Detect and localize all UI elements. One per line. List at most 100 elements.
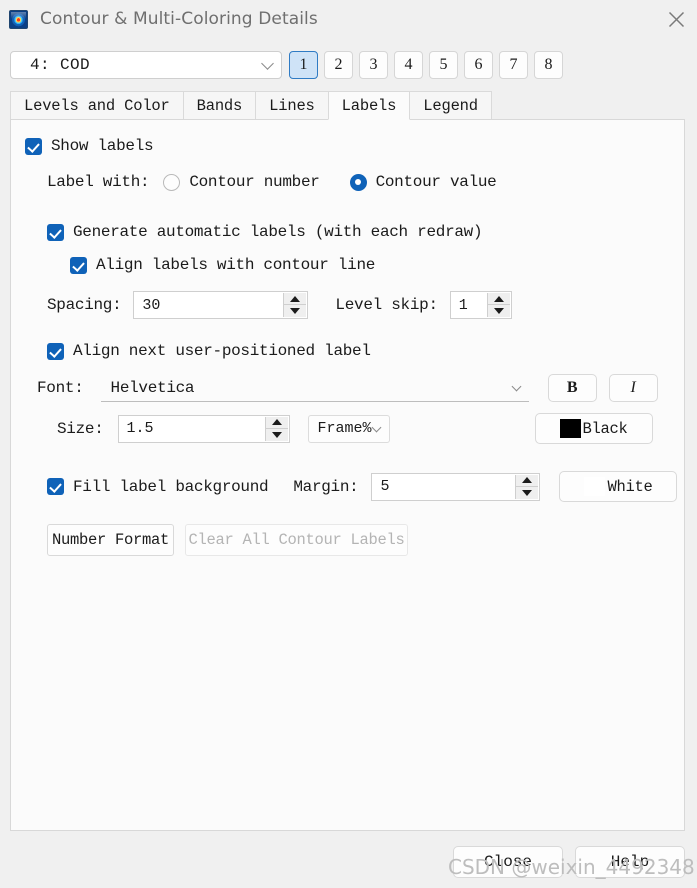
contour-group-button-1[interactable]: 1 (289, 51, 318, 79)
number-format-button[interactable]: Number Format (47, 524, 174, 556)
font-select[interactable]: Helvetica (100, 374, 529, 402)
size-decrement-button[interactable] (266, 429, 288, 441)
title-bar: Contour & Multi-Coloring Details (0, 0, 697, 38)
level-skip-increment-button[interactable] (487, 293, 510, 305)
font-select-value: Helvetica (110, 378, 195, 397)
help-button[interactable]: Help (575, 846, 685, 878)
clear-all-contour-labels-button: Clear All Contour Labels (185, 524, 408, 556)
italic-button[interactable]: I (608, 374, 658, 402)
radio-contour-number-label: Contour number (189, 173, 320, 191)
label-actions-row: Number Format Clear All Contour Labels (47, 524, 408, 556)
size-units-value: Frame% (317, 420, 372, 437)
align-contour-line-row[interactable]: Align labels with contour line (70, 256, 375, 274)
contour-group-button-5[interactable]: 5 (429, 51, 458, 79)
generate-auto-labels-checkbox[interactable] (47, 223, 64, 241)
triangle-down-icon (290, 308, 301, 314)
font-label: Font: (37, 379, 84, 397)
dialog-footer: Close Help (0, 838, 697, 888)
spacing-increment-button[interactable] (284, 293, 307, 305)
variable-select[interactable]: 4: COD (10, 51, 282, 79)
triangle-up-icon (271, 419, 282, 425)
tab-bands[interactable]: Bands (182, 91, 257, 120)
fill-background-checkbox[interactable] (47, 478, 64, 495)
bold-button-label: B (566, 379, 578, 396)
generate-auto-labels-row[interactable]: Generate automatic labels (with each red… (47, 223, 483, 241)
fill-background-row: Fill label background Margin: 5 White (47, 471, 678, 502)
close-button[interactable]: Close (453, 846, 563, 878)
spacing-row: Spacing: 30 Level skip: 1 (47, 291, 512, 319)
black-color-swatch (559, 419, 581, 438)
variable-selector-row: 4: COD 1 2 3 4 5 6 7 8 (0, 48, 697, 82)
chevron-down-icon (261, 57, 274, 70)
contour-group-button-6[interactable]: 6 (464, 51, 493, 79)
show-labels-checkbox[interactable] (25, 137, 42, 155)
align-next-label-checkbox[interactable] (47, 342, 64, 360)
margin-stepper[interactable]: 5 (371, 472, 541, 501)
radio-contour-value-label: Contour value (375, 173, 497, 191)
radio-contour-value[interactable] (349, 173, 367, 191)
white-color-swatch (584, 477, 606, 496)
tab-levels-and-color[interactable]: Levels and Color (10, 91, 184, 120)
chevron-down-icon (511, 381, 521, 391)
font-row: Font: Helvetica B I (37, 374, 658, 402)
contour-group-button-2[interactable]: 2 (324, 51, 353, 79)
size-stepper-buttons[interactable] (264, 416, 288, 441)
italic-button-label: I (630, 379, 636, 396)
size-increment-button[interactable] (265, 417, 288, 429)
tab-lines[interactable]: Lines (255, 91, 329, 120)
variable-select-value: 4: COD (30, 56, 91, 74)
show-labels-row[interactable]: Show labels (25, 137, 154, 155)
margin-decrement-button[interactable] (516, 487, 538, 499)
level-skip-decrement-button[interactable] (488, 305, 510, 317)
triangle-down-icon (271, 431, 282, 438)
margin-label: Margin: (293, 477, 359, 496)
level-skip-stepper[interactable]: 1 (449, 291, 512, 319)
label-color-value: Black (582, 419, 628, 438)
label-with-prompt: Label with: (47, 173, 150, 191)
triangle-down-icon (522, 489, 533, 496)
contour-app-icon (9, 9, 28, 29)
size-value: 1.5 (126, 420, 154, 437)
size-units-select[interactable]: Frame% (307, 414, 390, 443)
contour-group-buttons: 1 2 3 4 5 6 7 8 (289, 51, 569, 79)
contour-group-button-8[interactable]: 8 (534, 51, 563, 79)
contour-group-button-4[interactable]: 4 (394, 51, 423, 79)
tab-labels[interactable]: Labels (327, 91, 411, 120)
labels-panel: Show labels Label with: Contour number C… (10, 119, 685, 831)
align-next-label-text: Align next user-positioned label (73, 342, 371, 360)
spacing-stepper[interactable]: 30 (133, 291, 309, 319)
bold-button[interactable]: B (547, 374, 597, 402)
level-skip-value: 1 (458, 296, 468, 314)
margin-value: 5 (380, 478, 390, 495)
close-icon[interactable] (663, 6, 689, 32)
level-skip-label: Level skip: (335, 296, 438, 314)
radio-contour-number[interactable] (163, 173, 181, 191)
size-label: Size: (57, 419, 104, 438)
contour-details-dialog: Contour & Multi-Coloring Details 4: COD … (0, 0, 697, 888)
spacing-stepper-buttons[interactable] (283, 293, 307, 317)
level-skip-stepper-buttons[interactable] (486, 293, 510, 317)
fill-color-button[interactable]: White (559, 471, 678, 502)
contour-group-button-7[interactable]: 7 (499, 51, 528, 79)
align-contour-line-label: Align labels with contour line (96, 256, 376, 274)
window-title: Contour & Multi-Coloring Details (40, 9, 318, 29)
fill-color-value: White (607, 477, 653, 496)
size-stepper[interactable]: 1.5 (117, 414, 290, 443)
margin-increment-button[interactable] (516, 475, 539, 487)
show-labels-label: Show labels (51, 137, 154, 155)
spacing-decrement-button[interactable] (284, 305, 306, 317)
chevron-down-icon (371, 422, 381, 432)
tab-strip: Levels and Color Bands Lines Labels Lege… (10, 91, 685, 120)
tab-legend[interactable]: Legend (409, 91, 492, 120)
fill-background-label: Fill label background (73, 477, 269, 496)
align-next-label-row[interactable]: Align next user-positioned label (47, 342, 371, 360)
size-row: Size: 1.5 Frame% Black (57, 413, 653, 444)
label-color-button[interactable]: Black (534, 413, 653, 444)
align-contour-line-checkbox[interactable] (70, 256, 87, 274)
triangle-up-icon (493, 295, 504, 302)
triangle-up-icon (290, 295, 301, 302)
triangle-up-icon (522, 477, 533, 483)
margin-stepper-buttons[interactable] (515, 474, 539, 499)
generate-auto-labels-label: Generate automatic labels (with each red… (73, 223, 483, 241)
contour-group-button-3[interactable]: 3 (359, 51, 388, 79)
